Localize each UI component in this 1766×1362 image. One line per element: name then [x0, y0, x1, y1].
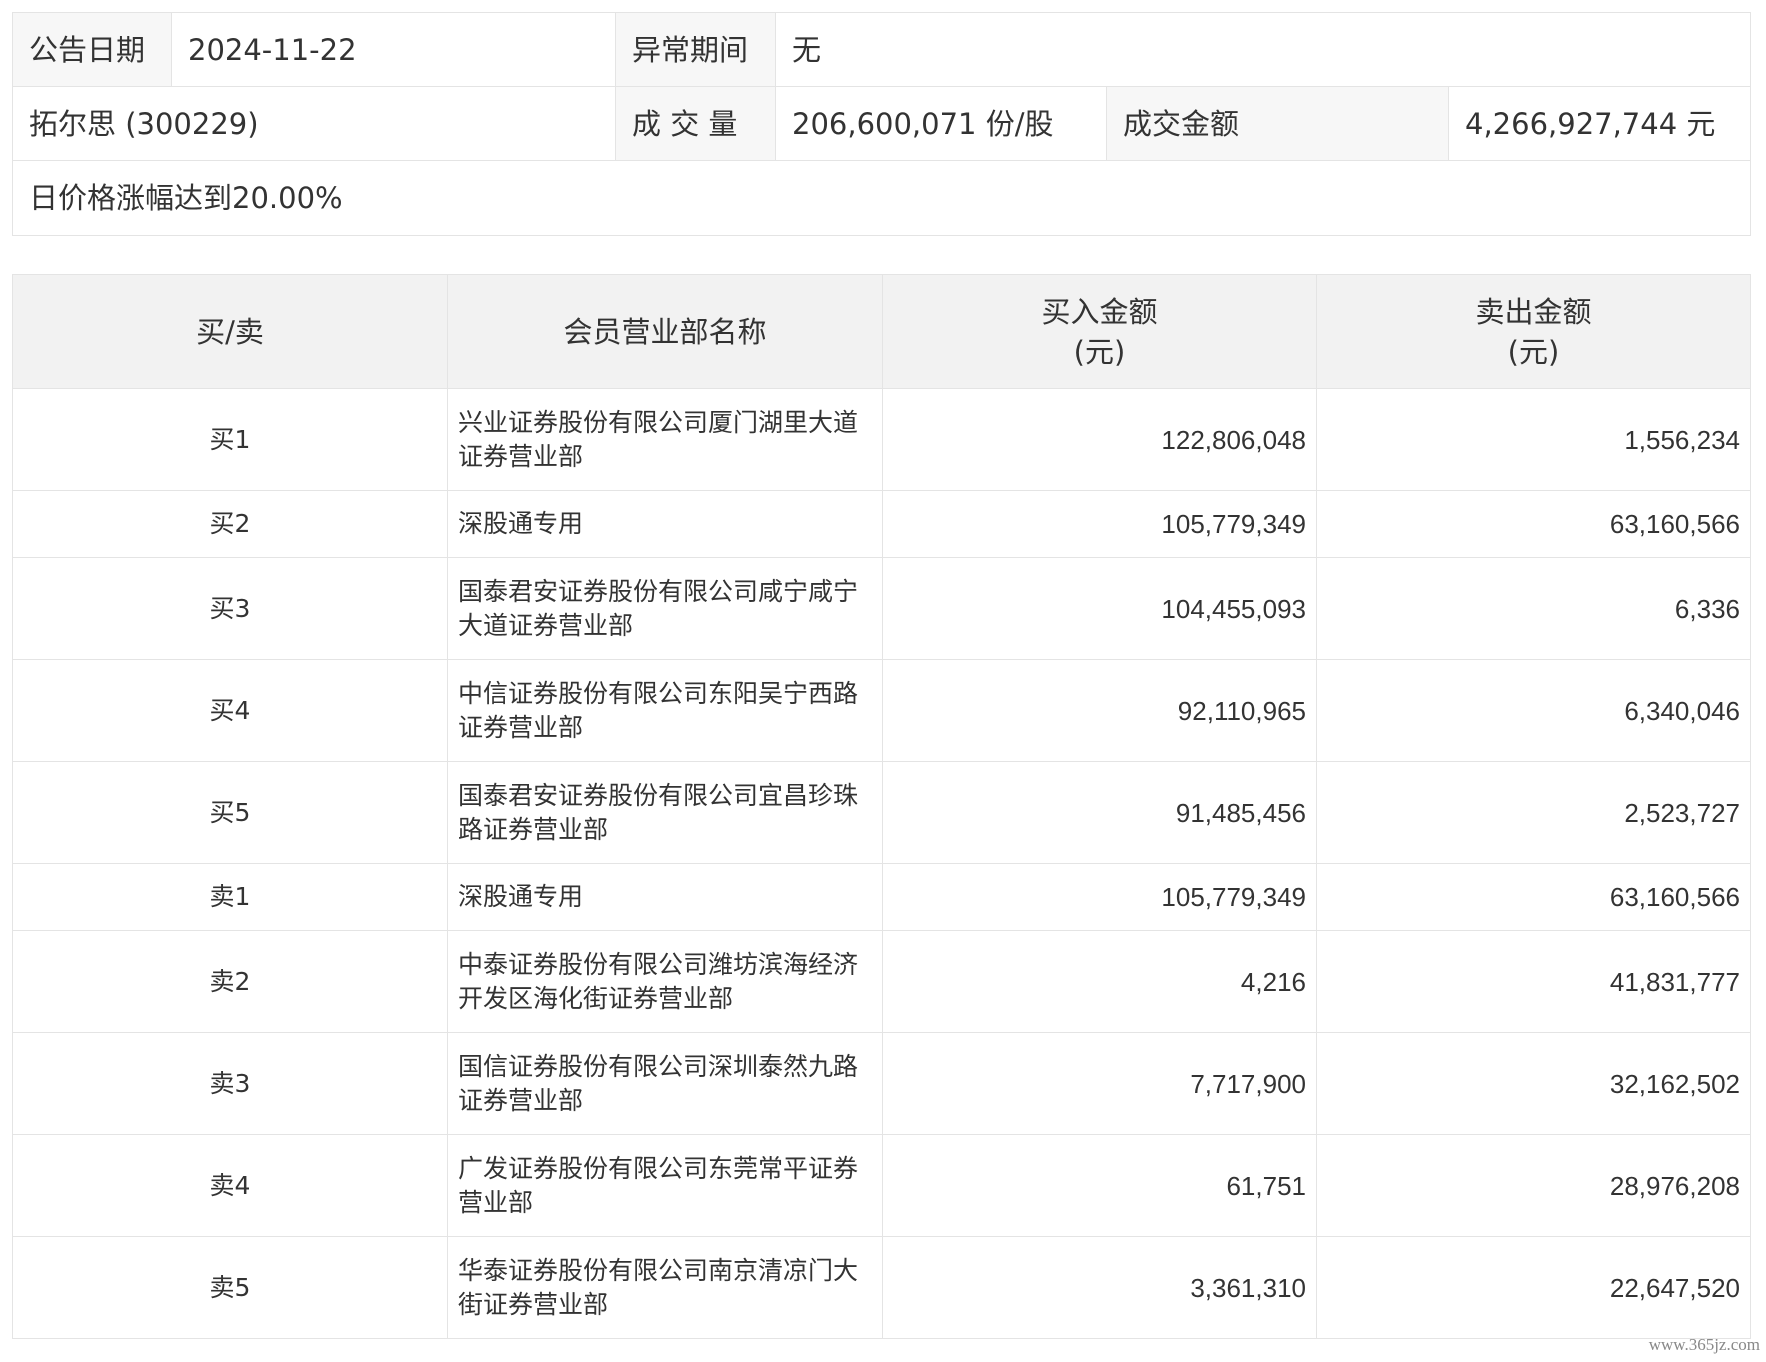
- row-sell-amount: 6,340,046: [1316, 659, 1751, 762]
- summary-row-date: 公告日期 2024-11-22 异常期间 无: [12, 12, 1752, 87]
- table-row: 买5 国泰君安证券股份有限公司宜昌珍珠路证券营业部 91,485,456 2,5…: [12, 761, 1751, 864]
- row-sell-amount: 28,976,208: [1316, 1134, 1751, 1237]
- row-side: 卖2: [12, 930, 448, 1033]
- row-buy-amount: 4,216: [882, 930, 1317, 1033]
- header-buy-label: 买入金额: [1041, 294, 1158, 329]
- row-broker-name: 国信证券股份有限公司深圳泰然九路证券营业部: [447, 1032, 883, 1135]
- volume-value: 206,600,071 份/股: [775, 86, 1107, 161]
- row-sell-amount: 32,162,502: [1316, 1032, 1751, 1135]
- table-row: 卖5 华泰证券股份有限公司南京清凉门大街证券营业部 3,361,310 22,6…: [12, 1236, 1751, 1339]
- row-buy-amount: 105,779,349: [882, 490, 1317, 558]
- row-sell-amount: 22,647,520: [1316, 1236, 1751, 1339]
- row-buy-amount: 122,806,048: [882, 388, 1317, 491]
- table-row: 买4 中信证券股份有限公司东阳吴宁西路证券营业部 92,110,965 6,34…: [12, 659, 1751, 762]
- row-buy-amount: 61,751: [882, 1134, 1317, 1237]
- row-broker-name: 兴业证券股份有限公司厦门湖里大道证券营业部: [447, 388, 883, 491]
- row-sell-amount: 2,523,727: [1316, 761, 1751, 864]
- header-sell-amount: 卖出金额 (元): [1316, 274, 1751, 389]
- row-side: 买2: [12, 490, 448, 558]
- table-row: 卖3 国信证券股份有限公司深圳泰然九路证券营业部 7,717,900 32,16…: [12, 1032, 1751, 1135]
- listing-reason: 日价格涨幅达到20.00%: [11, 160, 1752, 236]
- row-buy-amount: 92,110,965: [882, 659, 1317, 762]
- announce-date-label: 公告日期: [12, 12, 172, 87]
- row-side: 买4: [12, 659, 448, 762]
- table-row: 卖4 广发证券股份有限公司东莞常平证券营业部 61,751 28,976,208: [12, 1134, 1751, 1237]
- summary-row-reason: 日价格涨幅达到20.00%: [11, 160, 1752, 236]
- row-buy-amount: 91,485,456: [882, 761, 1317, 864]
- turnover-value: 4,266,927,744 元: [1447, 86, 1752, 161]
- row-buy-amount: 7,717,900: [882, 1032, 1317, 1135]
- row-broker-name: 深股通专用: [447, 863, 883, 931]
- row-side: 卖1: [12, 863, 448, 931]
- header-side: 买/卖: [12, 274, 448, 389]
- stock-name-code: 拓尔思 (300229): [12, 86, 616, 161]
- row-sell-amount: 6,336: [1316, 557, 1751, 660]
- row-sell-amount: 63,160,566: [1316, 863, 1751, 931]
- header-broker-name: 会员营业部名称: [447, 274, 883, 389]
- row-broker-name: 中泰证券股份有限公司潍坊滨海经济开发区海化街证券营业部: [447, 930, 883, 1033]
- table-row: 买3 国泰君安证券股份有限公司咸宁咸宁大道证券营业部 104,455,093 6…: [12, 557, 1751, 660]
- summary-row-trading: 拓尔思 (300229) 成 交 量 206,600,071 份/股 成交金额 …: [12, 86, 1752, 161]
- announce-date-value: 2024-11-22: [171, 12, 616, 87]
- row-sell-amount: 41,831,777: [1316, 930, 1751, 1033]
- header-sell-label: 卖出金额: [1475, 294, 1592, 329]
- broker-trades-table: 买/卖 会员营业部名称 买入金额 (元) 卖出金额 (元) 买1 兴业证券股份有…: [12, 274, 1751, 1339]
- table-row: 卖2 中泰证券股份有限公司潍坊滨海经济开发区海化街证券营业部 4,216 41,…: [12, 930, 1751, 1033]
- row-side: 卖4: [12, 1134, 448, 1237]
- abnormal-period-label: 异常期间: [615, 12, 776, 87]
- row-side: 买5: [12, 761, 448, 864]
- table-row: 买1 兴业证券股份有限公司厦门湖里大道证券营业部 122,806,048 1,5…: [12, 388, 1751, 491]
- row-broker-name: 华泰证券股份有限公司南京清凉门大街证券营业部: [447, 1236, 883, 1339]
- turnover-label: 成交金额: [1106, 86, 1449, 161]
- row-sell-amount: 1,556,234: [1316, 388, 1751, 491]
- row-side: 买1: [12, 388, 448, 491]
- row-side: 买3: [12, 557, 448, 660]
- table-row: 卖1 深股通专用 105,779,349 63,160,566: [12, 863, 1751, 931]
- row-buy-amount: 104,455,093: [882, 557, 1317, 660]
- row-broker-name: 国泰君安证券股份有限公司咸宁咸宁大道证券营业部: [447, 557, 883, 660]
- table-row: 买2 深股通专用 105,779,349 63,160,566: [12, 490, 1751, 558]
- row-broker-name: 深股通专用: [447, 490, 883, 558]
- stock-summary-table: 公告日期 2024-11-22 异常期间 无 拓尔思 (300229) 成 交 …: [11, 12, 1752, 236]
- row-broker-name: 广发证券股份有限公司东莞常平证券营业部: [447, 1134, 883, 1237]
- table-header-row: 买/卖 会员营业部名称 买入金额 (元) 卖出金额 (元): [12, 274, 1751, 389]
- site-watermark: www.365jz.com: [1648, 1335, 1760, 1354]
- row-broker-name: 国泰君安证券股份有限公司宜昌珍珠路证券营业部: [447, 761, 883, 864]
- header-buy-unit: (元): [1073, 334, 1126, 369]
- row-buy-amount: 105,779,349: [882, 863, 1317, 931]
- row-side: 卖3: [12, 1032, 448, 1135]
- row-sell-amount: 63,160,566: [1316, 490, 1751, 558]
- volume-label: 成 交 量: [615, 86, 776, 161]
- header-sell-unit: (元): [1507, 334, 1560, 369]
- header-buy-amount: 买入金额 (元): [882, 274, 1317, 389]
- row-side: 卖5: [12, 1236, 448, 1339]
- row-buy-amount: 3,361,310: [882, 1236, 1317, 1339]
- row-broker-name: 中信证券股份有限公司东阳吴宁西路证券营业部: [447, 659, 883, 762]
- abnormal-period-value: 无: [774, 12, 1752, 87]
